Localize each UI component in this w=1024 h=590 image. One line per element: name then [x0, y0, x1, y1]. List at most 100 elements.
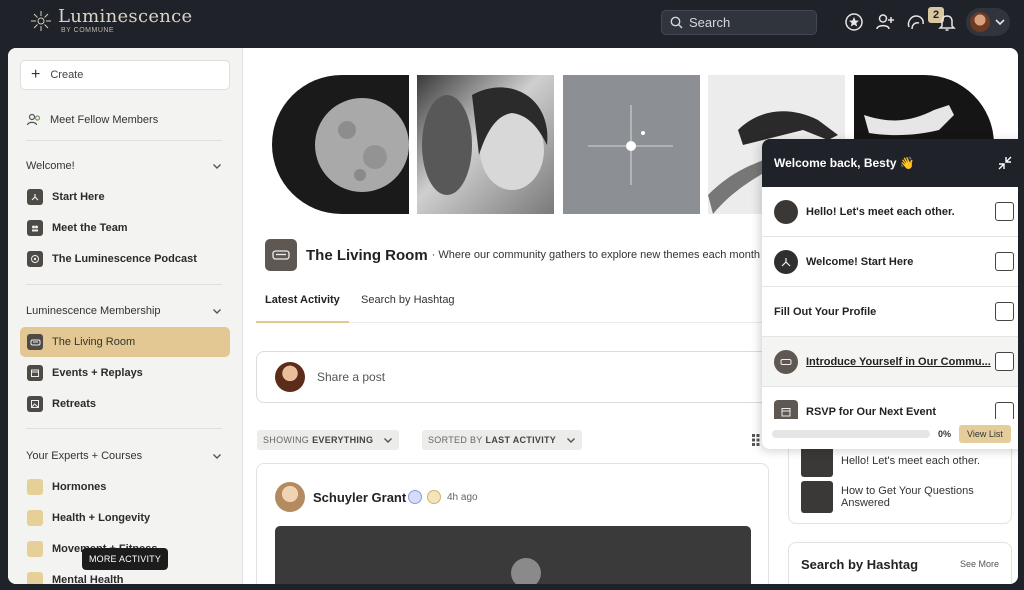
sidebar-item-label: Health + Longevity: [52, 512, 151, 524]
post-image[interactable]: [275, 526, 751, 584]
checklist-item[interactable]: Welcome! Start Here: [762, 237, 1018, 287]
user-avatar: [970, 12, 990, 32]
sidebar-item-label: The Luminescence Podcast: [52, 253, 197, 265]
post-thumbnail: [774, 199, 798, 224]
sofa-icon: [27, 334, 43, 350]
chevron-down-icon: [384, 438, 393, 443]
task-checkbox[interactable]: [995, 302, 1014, 321]
task-checkbox[interactable]: [995, 252, 1014, 271]
sidebar-item-meet-the-team[interactable]: Meet the Team: [20, 213, 230, 243]
see-more-link[interactable]: See More: [960, 559, 999, 569]
calendar-icon: [27, 365, 43, 381]
list-item[interactable]: Hello! Let's meet each other.: [801, 445, 980, 477]
avatar: [275, 362, 305, 392]
section-title: Welcome!: [26, 160, 75, 172]
chevron-down-icon: [567, 438, 576, 443]
verified-badge-icon: [408, 490, 422, 504]
checklist-label: Welcome! Start Here: [806, 255, 914, 268]
share-placeholder: Share a post: [317, 370, 386, 384]
search-icon: [670, 16, 683, 29]
sidebar-divider: [26, 140, 222, 141]
course-icon: [27, 510, 43, 526]
tab-latest-activity[interactable]: Latest Activity: [265, 294, 340, 306]
profile-menu-button[interactable]: [966, 8, 1010, 36]
brand-logo[interactable]: Luminescence BY COMMUNE: [30, 8, 193, 34]
filter-value: LAST ACTIVITY: [485, 435, 557, 445]
room-description: · Where our community gathers to explore…: [431, 249, 760, 261]
section-experts-header[interactable]: Your Experts + Courses: [26, 450, 222, 462]
bell-icon[interactable]: [937, 12, 957, 32]
filter-value: EVERYTHING: [312, 435, 374, 445]
room-header: The Living Room · Where our community ga…: [265, 239, 760, 271]
task-checkbox[interactable]: [995, 352, 1014, 371]
section-welcome-header[interactable]: Welcome!: [26, 160, 222, 172]
search-box[interactable]: Search: [661, 10, 817, 35]
sidebar-item-label: Start Here: [52, 191, 105, 203]
sofa-icon: [774, 349, 798, 374]
checklist-label: Hello! Let's meet each other.: [806, 205, 955, 218]
map-icon: [774, 249, 798, 274]
sidebar-item-label: Meet the Team: [52, 222, 128, 234]
post-thumbnail: [801, 481, 833, 513]
course-icon: [27, 479, 43, 495]
post-author[interactable]: Schuyler Grant: [313, 490, 406, 505]
sidebar-item-events-replays[interactable]: Events + Replays: [20, 358, 230, 388]
sort-dropdown[interactable]: SORTED BY LAST ACTIVITY: [422, 430, 583, 450]
course-icon: [27, 572, 43, 584]
sidebar-item-retreats[interactable]: Retreats: [20, 389, 230, 419]
welcome-panel-header: Welcome back, Besty 👋: [762, 139, 1018, 187]
sidebar-item-hormones[interactable]: Hormones: [20, 472, 230, 502]
avatar: [275, 482, 305, 512]
plus-icon: +: [31, 66, 41, 83]
view-list-button[interactable]: View List: [959, 425, 1011, 443]
sidebar-item-label: Mental Health: [52, 574, 124, 584]
moon-image: [511, 558, 541, 584]
hashtag-title: Search by Hashtag: [801, 557, 919, 572]
progress-bar: [772, 430, 930, 438]
banner-image-star: [563, 75, 700, 214]
sidebar-item-podcast[interactable]: The Luminescence Podcast: [20, 244, 230, 274]
activity-post[interactable]: Schuyler Grant 4h ago: [256, 463, 769, 584]
create-button[interactable]: + Create: [20, 60, 230, 90]
sidebar-item-start-here[interactable]: Start Here: [20, 182, 230, 212]
meet-members-link[interactable]: Meet Fellow Members: [26, 112, 158, 128]
checklist-label: Fill Out Your Profile: [774, 305, 877, 318]
checklist-item[interactable]: Fill Out Your Profile: [762, 287, 1018, 337]
section-membership-header[interactable]: Luminescence Membership: [26, 305, 222, 317]
brand-subtitle: BY COMMUNE: [61, 27, 115, 34]
checklist-item[interactable]: Hello! Let's meet each other.: [762, 187, 1018, 237]
checklist-label[interactable]: Introduce Yourself in Our Commu...: [806, 356, 991, 368]
section-title: Your Experts + Courses: [26, 450, 143, 462]
section-title: Luminescence Membership: [26, 305, 161, 317]
team-icon: [27, 220, 43, 236]
course-icon: [27, 541, 43, 557]
welcome-title: Welcome back, Besty 👋: [774, 156, 915, 170]
task-checkbox[interactable]: [995, 202, 1014, 221]
sofa-icon: [265, 239, 297, 271]
share-post-input[interactable]: Share a post: [256, 351, 776, 403]
collapse-icon[interactable]: [998, 156, 1012, 170]
list-item[interactable]: How to Get Your Questions Answered: [801, 481, 1001, 513]
sidebar: + Create Meet Fellow Members Welcome! St…: [8, 48, 243, 584]
sidebar-item-health-longevity[interactable]: Health + Longevity: [20, 503, 230, 533]
chevron-down-icon: [995, 19, 1005, 26]
showing-filter-dropdown[interactable]: SHOWING EVERYTHING: [257, 430, 400, 450]
star-badge-icon[interactable]: [844, 12, 864, 32]
welcome-checklist-panel: Welcome back, Besty 👋 Hello! Let's meet …: [762, 139, 1018, 449]
filter-prefix: SORTED BY: [428, 435, 483, 445]
more-activity-tooltip[interactable]: MORE ACTIVITY: [82, 548, 168, 570]
checklist-label: RSVP for Our Next Event: [806, 405, 936, 418]
chat-icon[interactable]: [906, 12, 926, 32]
sidebar-item-label: Hormones: [52, 481, 107, 493]
checklist-item[interactable]: Introduce Yourself in Our Commu...: [762, 337, 1018, 387]
main-frame: + Create Meet Fellow Members Welcome! St…: [8, 48, 1018, 584]
checklist-footer: 0% View List: [762, 419, 1018, 449]
crown-badge-icon: [427, 490, 441, 504]
search-placeholder: Search: [689, 15, 731, 30]
add-user-icon[interactable]: [875, 12, 895, 32]
chevron-down-icon: [213, 309, 221, 314]
tab-search-hashtag[interactable]: Search by Hashtag: [361, 294, 455, 306]
sidebar-item-living-room[interactable]: The Living Room: [20, 327, 230, 357]
create-label: Create: [50, 69, 84, 81]
sidebar-divider: [26, 428, 222, 429]
